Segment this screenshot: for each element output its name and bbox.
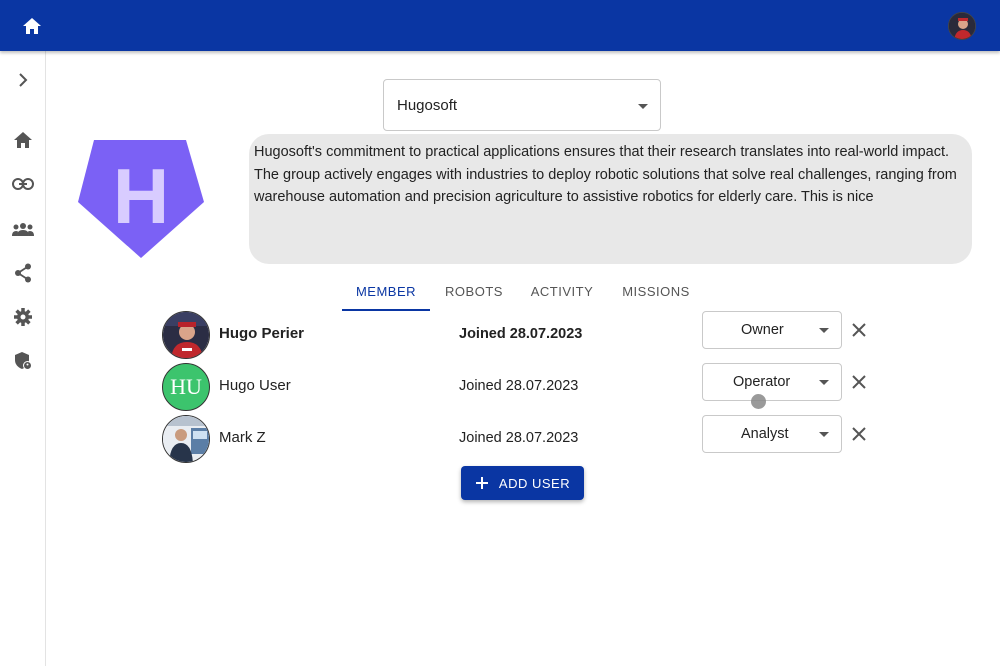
organization-select-value: Hugosoft [397,96,458,114]
member-role-value: Operator [733,374,791,390]
member-joined-date: Joined 28.07.2023 [459,326,583,342]
gear-icon[interactable] [11,305,35,329]
admin-shield-icon[interactable] [11,349,35,373]
logo-letter: H [113,152,169,240]
top-app-bar [0,0,1000,51]
member-role-select[interactable]: Operator [702,363,842,401]
member-avatar: HU [162,363,210,411]
chevron-right-icon[interactable] [11,68,35,92]
member-row: Hugo Perier Joined 28.07.2023 Owner [162,311,882,359]
add-user-button[interactable]: ADD USER [461,466,584,500]
member-role-value: Owner [741,322,784,338]
member-row: Mark Z Joined 28.07.2023 Analyst [162,415,882,463]
member-role-select[interactable]: Owner [702,311,842,349]
tab-missions[interactable]: MISSIONS [620,272,692,310]
chevron-down-icon [819,432,829,437]
chevron-down-icon [819,328,829,333]
member-joined-date: Joined 28.07.2023 [459,378,579,394]
home-icon[interactable] [11,128,35,152]
organization-description: Hugosoft's commitment to practical appli… [249,134,972,264]
member-name: Mark Z [219,429,266,446]
member-name: Hugo User [219,377,291,394]
share-icon[interactable] [11,261,35,285]
tab-activity[interactable]: ACTIVITY [528,272,596,310]
groups-icon[interactable] [11,217,35,241]
add-user-label: ADD USER [498,475,571,491]
member-joined-date: Joined 28.07.2023 [459,430,579,446]
user-avatar[interactable] [948,12,976,40]
close-icon[interactable] [849,372,869,392]
member-name: Hugo Perier [219,325,305,342]
member-role-select[interactable]: Analyst [702,415,842,453]
member-avatar [162,415,210,463]
tab-robots[interactable]: ROBOTS [442,272,506,310]
plus-icon [475,477,488,489]
chevron-down-icon [819,380,829,385]
home-icon[interactable] [20,14,44,38]
chevron-down-icon [638,104,648,109]
link-icon[interactable] [11,172,35,196]
member-initials: HU [170,374,202,399]
member-row: HU Hugo User Joined 28.07.2023 Operator [162,363,882,411]
tab-member[interactable]: MEMBER [342,272,430,310]
close-icon[interactable] [849,320,869,340]
organization-select[interactable]: Hugosoft [383,79,661,131]
organization-logo: H [76,138,206,260]
member-avatar [162,311,210,359]
member-role-value: Analyst [741,426,789,442]
close-icon[interactable] [849,424,869,444]
cursor-indicator [751,394,766,409]
sidebar [0,51,46,666]
